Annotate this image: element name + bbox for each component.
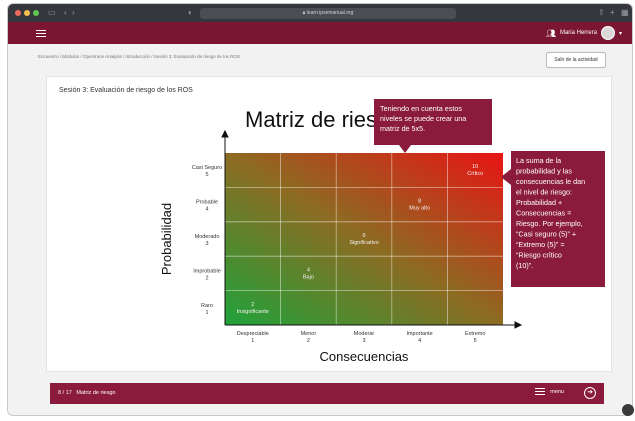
matrix-area <box>225 153 503 325</box>
help-button[interactable] <box>622 404 634 416</box>
sidebar-toggle-icon[interactable]: ▭ <box>48 8 56 17</box>
y-tick-label: Casi Seguro <box>192 165 222 171</box>
menu-label: menu <box>550 388 564 395</box>
tabs-overview-icon[interactable]: ▦ <box>621 8 629 17</box>
cell-risk-label: Insignificante <box>237 309 269 315</box>
x-tick-label: Extremo <box>465 331 485 337</box>
x-tick-label: Despreciable <box>237 331 269 337</box>
cell-risk-number: 2 <box>251 302 254 308</box>
new-tab-icon[interactable]: + <box>610 8 615 17</box>
app-header: 👥︎ Maria Herrera ▾ <box>8 22 632 44</box>
y-tick-number: 1 <box>205 310 208 316</box>
bottom-menu-button[interactable]: menu <box>535 388 564 395</box>
activity-title: Matriz de riesgo <box>76 390 116 396</box>
progress-label: 8 / 17 Matriz de riesgo <box>58 390 116 396</box>
x-tick-number: 5 <box>474 338 477 344</box>
forward-icon[interactable]: › <box>72 8 75 17</box>
user-name: Maria Herrera <box>559 30 597 36</box>
menu-icon <box>535 388 546 395</box>
bottom-nav-bar: 8 / 17 Matriz de riesgo menu ➔ <box>50 383 604 404</box>
y-tick-labels: Casi Seguro5 Probable4 Moderado3 Improbable… <box>192 165 222 316</box>
x-tick-label: Moderar <box>354 331 375 337</box>
url-text: learn.ipsemanual.org <box>306 10 354 16</box>
y-axis-label: Probabilidad <box>159 203 174 275</box>
cell-risk-label: Bajo <box>303 274 314 280</box>
minimize-window-button[interactable] <box>24 10 30 16</box>
x-tick-label: Menor <box>301 331 317 337</box>
x-tick-number: 3 <box>362 338 365 344</box>
y-tick-label: Moderado <box>195 234 220 240</box>
user-menu[interactable]: 👥︎ Maria Herrera ▾ <box>546 26 622 40</box>
cell-risk-number: 10 <box>472 164 478 170</box>
y-tick-label: Raro <box>201 303 213 309</box>
menu-icon[interactable] <box>36 30 46 37</box>
content-card: Sesión 3: Evaluación de riesgo de los RO… <box>46 76 612 372</box>
breadcrumb-row: Encuentro / Módulos / Opentrace Analysis… <box>38 48 608 72</box>
x-tick-labels: Despreciable1 Menor2 Moderar3 Importante4 Ex… <box>237 331 486 344</box>
exit-activity-button[interactable]: Salir de la actividad <box>546 52 606 68</box>
back-icon[interactable]: ‹ <box>64 8 67 17</box>
maximize-window-button[interactable] <box>33 10 39 16</box>
x-tick-label: Importante <box>406 331 432 337</box>
risk-matrix-figure: Matriz de riesgo Casi Seguro5Probable4Mo… <box>159 99 605 364</box>
x-tick-number: 4 <box>418 338 421 344</box>
breadcrumb[interactable]: Encuentro / Módulos / Opentrace Analysis… <box>38 54 240 59</box>
y-tick-number: 2 <box>205 275 208 281</box>
browser-window: ▭ ‹ › ◐ 🔒︎ learn.ipsemanual.org ⇪ + ▦ 👥︎… <box>7 3 633 416</box>
chevron-down-icon: ▾ <box>618 30 622 37</box>
cell-risk-label: Significativo <box>349 240 378 246</box>
cell-risk-label: Crítico <box>467 171 483 177</box>
progress-count: 8 / 17 <box>58 390 72 396</box>
browser-titlebar: ▭ ‹ › ◐ 🔒︎ learn.ipsemanual.org ⇪ + ▦ <box>8 4 632 22</box>
close-window-button[interactable] <box>15 10 21 16</box>
cell-risk-number: 8 <box>418 199 421 205</box>
y-tick-number: 4 <box>205 207 208 213</box>
x-tick-number: 2 <box>307 338 310 344</box>
callout-right: La suma de la probabilidad y las consecuen… <box>501 151 605 287</box>
y-tick-label: Improbable <box>193 268 221 274</box>
cell-risk-number: 6 <box>362 233 365 239</box>
y-tick-number: 3 <box>205 241 208 247</box>
x-tick-number: 1 <box>251 338 254 344</box>
cell-risk-number: 4 <box>307 267 310 273</box>
x-axis-label: Consecuencias <box>320 349 409 364</box>
y-tick-label: Probable <box>196 200 218 206</box>
users-icon: 👥︎ <box>545 28 556 38</box>
avatar <box>600 26 615 40</box>
shield-icon[interactable]: ◐ <box>188 8 193 17</box>
y-tick-number: 5 <box>205 172 208 178</box>
cell-risk-label: Muy alto <box>409 206 430 212</box>
share-icon[interactable]: ⇪ <box>598 8 605 17</box>
next-arrow-icon[interactable]: ➔ <box>584 387 596 399</box>
address-bar[interactable]: 🔒︎ learn.ipsemanual.org <box>200 8 456 19</box>
callout-top: Teniendo en cuenta estos niveles se puede… <box>374 99 492 153</box>
